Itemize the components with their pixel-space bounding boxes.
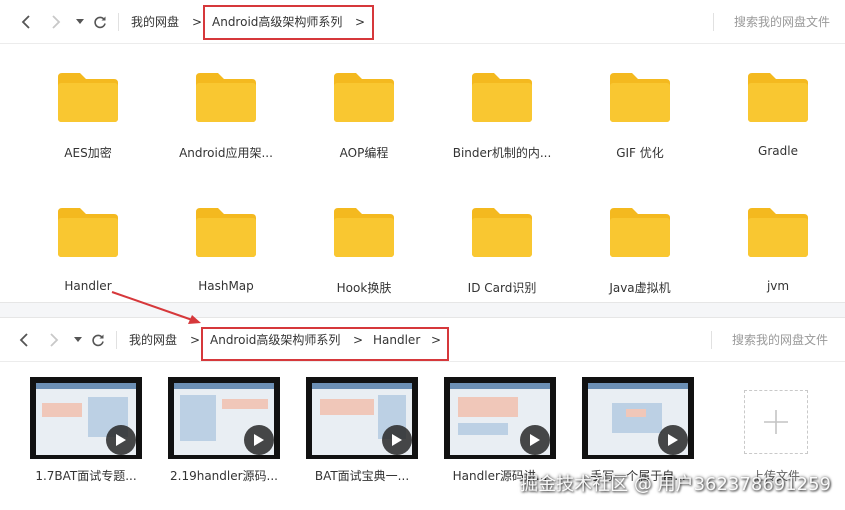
folder-icon [748,208,808,257]
folder-item[interactable]: Hook换肤 [309,207,419,317]
watermark-text: 掘金技术社区 @ 用户3623786912​59 [520,474,831,495]
folder-name: Handler [64,279,112,293]
breadcrumb-item-series[interactable]: Android高级架构师系列 [210,331,340,349]
folder-item[interactable]: jvm [723,207,833,317]
folder-name: Gradle [758,144,798,158]
folder-item[interactable]: AES加密 [33,72,143,182]
play-icon [382,425,412,455]
video-thumbnail[interactable] [30,377,142,459]
folder-name: HashMap [198,279,254,293]
folder-icon [748,73,808,122]
plus-icon [764,410,788,434]
breadcrumb-root[interactable]: 我的网盘 [131,13,179,31]
folder-icon [334,73,394,122]
play-icon [520,425,550,455]
folder-icon [610,73,670,122]
chevron-down-icon[interactable] [70,11,90,33]
back-icon[interactable] [14,329,34,351]
folder-icon [472,208,532,257]
folder-icon [58,208,118,257]
breadcrumb-root[interactable]: 我的网盘 [129,331,177,349]
folder-item[interactable]: Java虚拟机 [585,207,695,317]
video-thumbnail[interactable] [306,377,418,459]
folder-item[interactable]: Binder机制的内... [447,72,557,182]
breadcrumb-item-handler[interactable]: Handler [373,331,420,349]
folder-icon [58,73,118,122]
refresh-icon[interactable] [88,329,108,351]
upload-button[interactable] [744,390,808,454]
chevron-down-icon[interactable] [68,329,88,351]
forward-icon[interactable] [44,329,64,351]
video-thumbnail[interactable] [582,377,694,459]
video-name: 1.7BAT面试专题... [35,469,137,483]
breadcrumb-separator: > [431,333,442,347]
folder-item[interactable]: Gradle [723,72,833,182]
play-icon [658,425,688,455]
folder-name: GIF 优化 [616,146,664,160]
video-thumbnail[interactable] [168,377,280,459]
folder-item[interactable]: ID Card识别 [447,207,557,317]
folder-item[interactable]: AOP编程 [309,72,419,182]
video-thumbnail[interactable] [444,377,556,459]
nav-divider [118,13,119,31]
folder-name: jvm [766,279,790,293]
play-icon [244,425,274,455]
breadcrumb-separator: > [353,333,364,347]
folder-name: ID Card识别 [467,281,537,295]
breadcrumb-separator: > [355,15,366,29]
video-name: BAT面试宝典一... [314,469,410,483]
folder-name: Binder机制的内... [452,146,552,160]
search-input[interactable]: 搜索我的网盘文件 [734,13,830,31]
refresh-icon[interactable] [90,11,110,33]
play-icon [106,425,136,455]
forward-icon[interactable] [46,11,66,33]
search-divider [711,331,712,349]
back-icon[interactable] [16,11,36,33]
pane-divider [0,302,845,318]
folder-name: Java虚拟机 [609,281,671,295]
folder-icon [610,208,670,257]
search-input[interactable]: 搜索我的网盘文件 [732,331,828,349]
folder-icon [196,208,256,257]
nav-divider [116,331,117,349]
breadcrumb-separator: > [190,333,201,347]
video-name: 2.19handler源码... [170,469,278,483]
bottom-navigation-bar: 我的网盘 > Android高级架构师系列 > Handler > 搜索我的网盘… [0,318,845,362]
breadcrumb-item-series[interactable]: Android高级架构师系列 [212,13,342,31]
folder-name: AES加密 [64,146,112,160]
folder-item[interactable]: GIF 优化 [585,72,695,182]
folder-icon [334,208,394,257]
folder-item[interactable]: Android应用架... [171,72,281,182]
folder-item[interactable]: HashMap [171,207,281,317]
folder-name: Android应用架... [179,146,273,160]
folder-name: Hook换肤 [336,281,392,295]
breadcrumb-separator: > [192,15,203,29]
folder-icon [472,73,532,122]
top-navigation-bar: 我的网盘 > Android高级架构师系列 > 搜索我的网盘文件 [0,0,845,44]
folder-icon [196,73,256,122]
folder-item[interactable]: Handler [33,207,143,317]
search-divider [713,13,714,31]
top-file-browser: 我的网盘 > Android高级架构师系列 > 搜索我的网盘文件 AES加密 A… [0,0,845,302]
folder-name: AOP编程 [339,146,389,160]
